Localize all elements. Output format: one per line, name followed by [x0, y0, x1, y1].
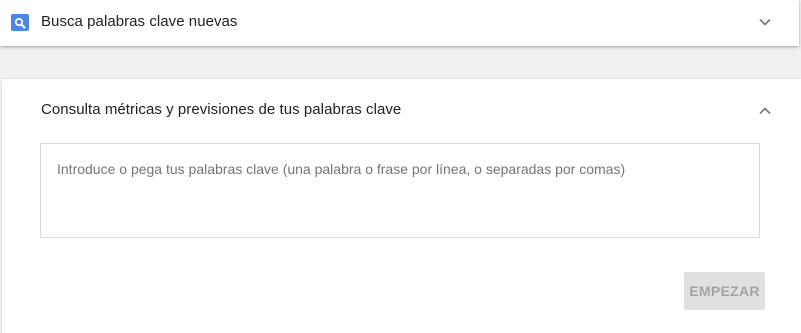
- keywords-input[interactable]: [40, 143, 760, 238]
- discover-keywords-card[interactable]: Busca palabras clave nuevas: [0, 0, 799, 46]
- metrics-forecast-card: Consulta métricas y previsiones de tus p…: [2, 79, 801, 333]
- discover-keywords-title: Busca palabras clave nuevas: [41, 13, 238, 30]
- search-icon: [11, 14, 29, 31]
- chevron-down-icon[interactable]: [758, 15, 772, 29]
- chevron-up-icon[interactable]: [758, 104, 772, 118]
- metrics-forecast-header[interactable]: Consulta métricas y previsiones de tus p…: [2, 79, 801, 139]
- start-button[interactable]: EMPEZAR: [684, 272, 765, 310]
- metrics-forecast-title: Consulta métricas y previsiones de tus p…: [41, 101, 402, 118]
- keyword-planner-page: Busca palabras clave nuevas Consulta mét…: [0, 0, 801, 333]
